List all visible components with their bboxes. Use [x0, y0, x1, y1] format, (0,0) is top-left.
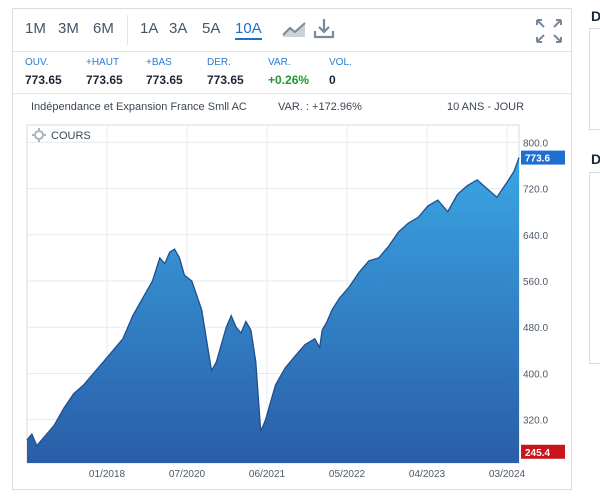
quote-label: +BAS [146, 57, 172, 68]
quote-label: +HAUT [86, 57, 120, 68]
side-panel-bottom [589, 172, 600, 364]
series-label: COURS [51, 130, 91, 142]
quote-ouv: OUV. 773.65 [25, 57, 62, 87]
x-tick-label: 07/2020 [169, 469, 206, 480]
x-tick-label: 03/2024 [489, 469, 526, 480]
period-10a-button[interactable]: 10A [235, 20, 262, 40]
chart-widget: 1M 3M 6M 1A 3A 5A 10A OUV. 773.65 +HAUT … [12, 8, 572, 490]
quote-var: VAR. +0.26% [268, 57, 309, 87]
x-tick-label: 06/2021 [249, 469, 286, 480]
quote-value: 773.65 [86, 73, 123, 87]
quote-label: VAR. [268, 57, 291, 68]
period-6m-button[interactable]: 6M [93, 20, 114, 37]
x-tick-label: 04/2023 [409, 469, 446, 480]
period-3a-button[interactable]: 3A [169, 20, 187, 37]
y-tick-label: 720.0 [523, 185, 548, 196]
quote-value: 773.65 [207, 73, 244, 87]
y-tick-label: 480.0 [523, 323, 548, 334]
expand-icon[interactable] [535, 18, 563, 44]
side-panel-title: D [591, 8, 600, 24]
download-icon[interactable] [313, 17, 335, 41]
quote-value: +0.26% [268, 73, 310, 87]
toolbar-separator [13, 51, 571, 52]
quote-label: DER. [207, 57, 231, 68]
quote-bas: +BAS 773.65 [146, 57, 183, 87]
y-tick-label: 640.0 [523, 231, 548, 242]
quote-value: 773.65 [146, 73, 183, 87]
y-tick-label: 560.0 [523, 277, 548, 288]
quote-label: VOL. [329, 57, 352, 68]
y-tick-label: 320.0 [523, 416, 548, 427]
period-3m-button[interactable]: 3M [58, 20, 79, 37]
quote-value: 773.65 [25, 73, 62, 87]
range-label: 10 ANS - JOUR [447, 101, 525, 113]
period-1m-button[interactable]: 1M [25, 20, 46, 37]
side-panel-top [589, 28, 600, 130]
x-tick-label: 01/2018 [89, 469, 126, 480]
instrument-name: Indépendance et Expansion France Smll AC [31, 101, 247, 113]
min-value-label: 245.4 [525, 448, 550, 459]
price-chart[interactable]: 320.0 400.0 480.0 560.0 640.0 720.0 800.0 01/20… [13, 113, 571, 487]
toolbar: 1M 3M 6M 1A 3A 5A 10A [13, 9, 571, 51]
quote-label: OUV. [25, 57, 49, 68]
side-panel-title: D [591, 151, 600, 167]
toolbar-divider [127, 15, 128, 45]
period-1a-button[interactable]: 1A [140, 20, 158, 37]
chart-type-icon[interactable] [281, 19, 307, 39]
quote-der: DER. 773.65 [207, 57, 244, 87]
last-value-label: 773.6 [525, 154, 550, 165]
y-tick-label: 800.0 [523, 138, 548, 149]
quote-separator [13, 93, 571, 94]
period-5a-button[interactable]: 5A [202, 20, 220, 37]
quote-value: 0 [329, 73, 336, 87]
x-tick-label: 05/2022 [329, 469, 366, 480]
quote-haut: +HAUT 773.65 [86, 57, 123, 87]
quote-vol: VOL. 0 [329, 57, 352, 87]
y-tick-label: 400.0 [523, 369, 548, 380]
variation-label: VAR. : +172.96% [278, 101, 362, 113]
